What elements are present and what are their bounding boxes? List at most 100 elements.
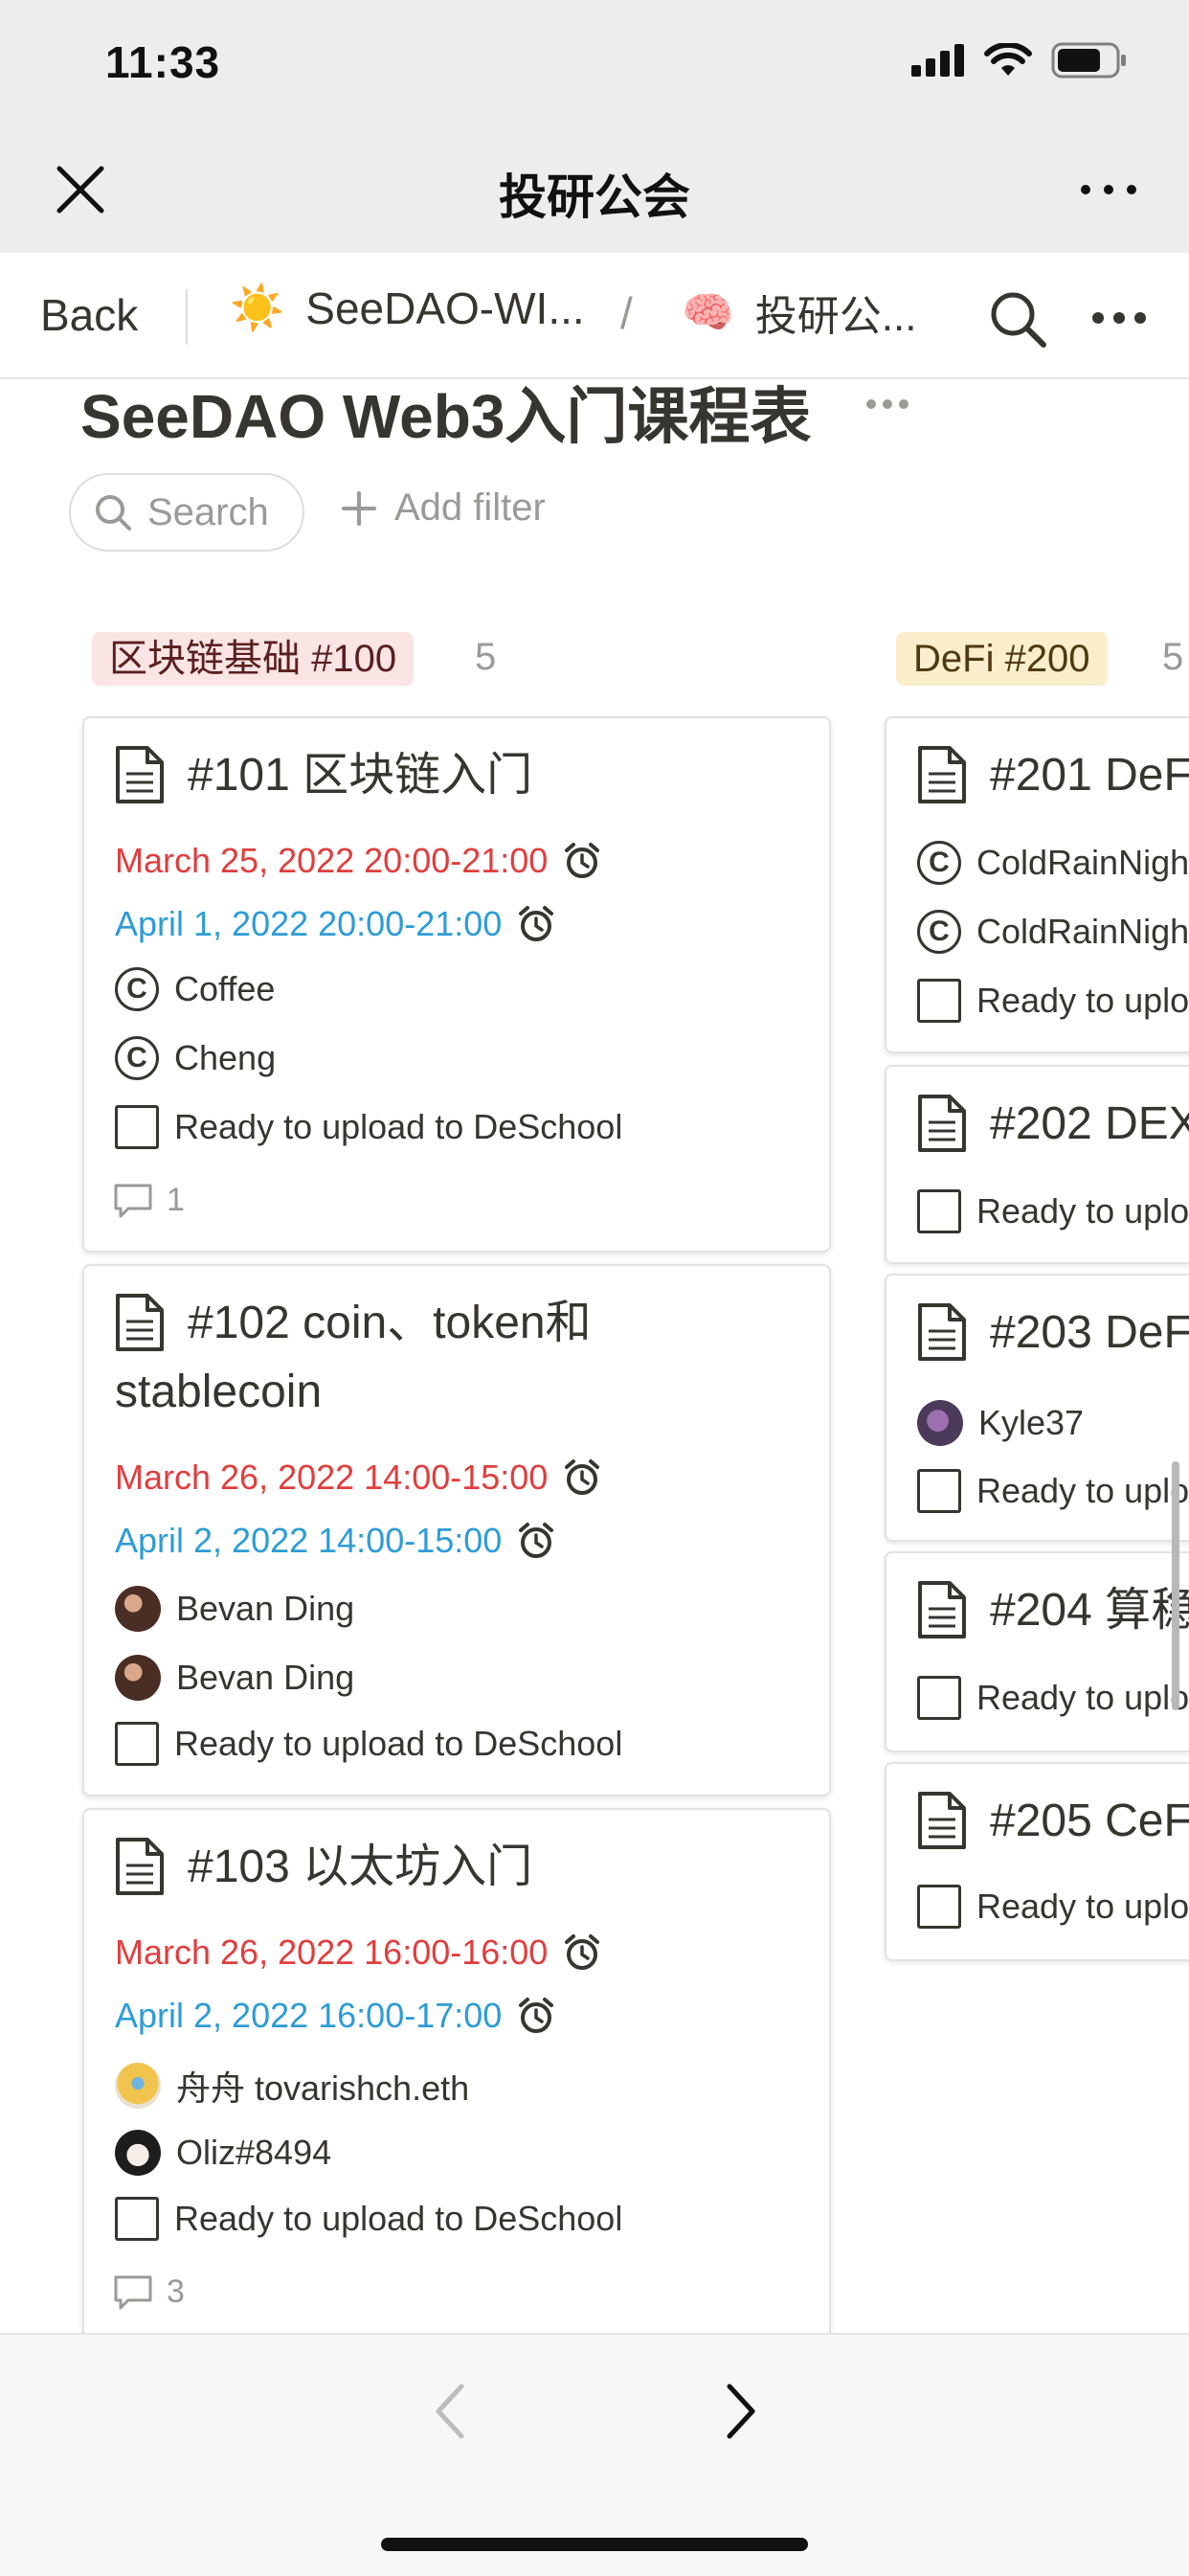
checkbox-row: Ready to upload (917, 1189, 1189, 1233)
notion-navbar: Back ☀️ SeeDAO-WI... / 🧠 投研公... (0, 253, 1189, 379)
person-name: 舟舟 tovarishch.eth (176, 2068, 470, 2108)
add-filter-button[interactable]: Add filter (341, 486, 546, 530)
checkbox-label: Ready to upload (976, 1191, 1189, 1231)
search-button[interactable]: Search (69, 473, 304, 552)
checkbox[interactable] (917, 1885, 961, 1929)
plus-icon (342, 490, 376, 526)
checkbox-row: Ready to upload (917, 1885, 1189, 1929)
checkbox-label: Ready to upload to DeSchool (174, 1107, 623, 1146)
card-203[interactable]: #203 DeFi Kyle37 Ready to upload (885, 1274, 1189, 1542)
back-button[interactable]: Back (40, 289, 138, 341)
add-filter-label: Add filter (394, 486, 546, 529)
breadcrumb-separator: / (620, 288, 633, 338)
checkbox-label: Ready to upload to DeSchool (174, 2199, 623, 2238)
person-initial-icon: C (115, 1036, 159, 1080)
comment-count-value: 1 (167, 1182, 185, 1218)
vertical-scrollbar[interactable] (1172, 1461, 1179, 1710)
date-text: April 2, 2022 16:00-17:00 (115, 1996, 503, 2035)
date-text: April 2, 2022 14:00-15:00 (115, 1521, 503, 1560)
breadcrumb-workspace[interactable]: ☀️ SeeDAO-WI... (230, 282, 585, 334)
checkbox-row: Ready to upload to DeSchool (115, 2197, 622, 2241)
person-row: Oliz#8494 (115, 2130, 331, 2176)
more-icon[interactable] (1091, 303, 1147, 333)
comment-count: 1 (113, 1182, 185, 1219)
checkbox[interactable] (115, 2197, 159, 2241)
card-204[interactable]: #204 算稳 Ready to upload (885, 1551, 1189, 1752)
card-title-text: #204 算稳 (990, 1585, 1189, 1636)
checkbox[interactable] (115, 1722, 159, 1766)
checkbox-label: Ready to upload (976, 1471, 1189, 1510)
card-103[interactable]: #103 以太坊入门 March 26, 2022 16:00-16:00 Ap… (82, 1808, 831, 2383)
card-title-text: #205 CeFi (990, 1796, 1189, 1846)
checkbox[interactable] (115, 1105, 159, 1149)
date-text: March 25, 2022 20:00-21:00 (115, 841, 549, 880)
person-name: Oliz#8494 (176, 2133, 332, 2172)
card-201[interactable]: #201 DeFi C ColdRainNight C ColdRainNigh… (885, 716, 1189, 1053)
person-row: C ColdRainNight (917, 841, 1189, 885)
group-tag-blockchain[interactable]: 区块链基础 #100 (92, 632, 415, 686)
wifi-icon (984, 43, 1032, 76)
card-title: #101 区块链入门 (115, 741, 532, 810)
avatar (115, 1655, 161, 1701)
person-initial-icon: C (917, 910, 961, 954)
person-row: 舟舟 tovarishch.eth (115, 2061, 469, 2111)
person-name: Coffee (174, 969, 276, 1008)
person-name: Kyle37 (978, 1403, 1085, 1442)
person-row: Bevan Ding (115, 1586, 354, 1632)
date-row-secondary: April 2, 2022 16:00-17:00 (115, 1996, 555, 2036)
person-name: Cheng (174, 1038, 277, 1077)
card-102[interactable]: #102 coin、token和 stablecoin March 26, 20… (82, 1264, 831, 1796)
group-count-blockchain: 5 (475, 636, 497, 678)
forward-arrow-icon[interactable] (720, 2381, 762, 2442)
date-text: March 26, 2022 16:00-16:00 (115, 1932, 549, 1972)
checkbox-row: Ready to upload (917, 1469, 1189, 1513)
checkbox-row: Ready to upload (917, 1676, 1189, 1720)
person-initial-icon: C (115, 967, 159, 1011)
status-icons (911, 42, 1128, 79)
document-icon (116, 1838, 164, 1895)
person-name: Bevan Ding (176, 1658, 355, 1697)
card-101[interactable]: #101 区块链入门 March 25, 2022 20:00-21:00 Ap… (82, 716, 831, 1253)
document-icon (918, 1581, 966, 1638)
card-title-text: #203 DeFi (990, 1307, 1189, 1358)
card-title-text: #201 DeFi (990, 750, 1189, 801)
search-icon[interactable] (988, 289, 1047, 349)
checkbox[interactable] (917, 1676, 961, 1720)
checkbox-row: Ready to upload to DeSchool (115, 1722, 622, 1766)
checkbox[interactable] (917, 1469, 961, 1513)
card-title: #203 DeFi (917, 1299, 1189, 1367)
home-indicator (381, 2538, 808, 2551)
document-icon (116, 1294, 164, 1351)
card-title: #202 DEX (917, 1090, 1189, 1159)
alarm-clock-icon (519, 1998, 554, 2033)
search-label: Search (147, 490, 269, 533)
back-arrow-icon[interactable] (429, 2381, 471, 2442)
breadcrumb-page-label: 投研公... (754, 293, 917, 340)
top-header: 11:33 投研公会 (0, 0, 1189, 253)
card-title-line2: stablecoin (115, 1358, 322, 1427)
title-more-icon[interactable] (865, 395, 909, 414)
bottom-toolbar (0, 2333, 1189, 2576)
brain-icon: 🧠 (682, 289, 734, 336)
breadcrumb-page[interactable]: 🧠 投研公... (682, 282, 916, 343)
checkbox-label: Ready to upload (976, 1678, 1189, 1717)
checkbox-row: Ready to upload to DeSchool (115, 1105, 622, 1149)
navbar-divider (186, 289, 188, 345)
avatar (115, 2063, 161, 2109)
card-title: #205 CeFi (917, 1787, 1189, 1856)
cellular-signal-icon (911, 44, 964, 77)
date-text: March 26, 2022 14:00-15:00 (115, 1457, 549, 1497)
card-title: #103 以太坊入门 (115, 1833, 532, 1902)
date-row-secondary: April 2, 2022 14:00-15:00 (115, 1521, 555, 1561)
more-menu-icon[interactable] (1078, 170, 1139, 209)
person-row: Bevan Ding (115, 1655, 354, 1701)
card-205[interactable]: #205 CeFi Ready to upload (885, 1762, 1189, 1961)
document-icon (918, 1792, 966, 1849)
alarm-clock-icon (565, 843, 600, 878)
document-icon (918, 1303, 966, 1361)
checkbox-row: Ready to upload (917, 979, 1189, 1023)
checkbox[interactable] (917, 979, 961, 1023)
checkbox[interactable] (917, 1189, 961, 1233)
card-202[interactable]: #202 DEX Ready to upload (885, 1065, 1189, 1264)
comment-count: 3 (113, 2273, 185, 2311)
